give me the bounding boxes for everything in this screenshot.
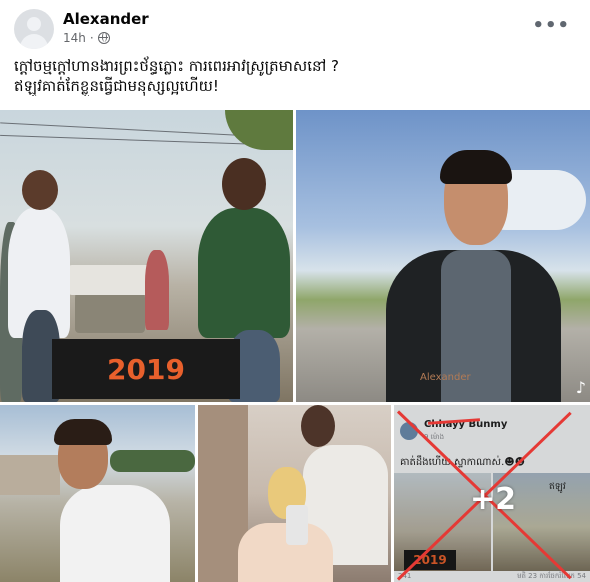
video-watermark: Alexander: [420, 372, 471, 383]
more-options-icon[interactable]: •••: [532, 15, 570, 36]
more-photos-count[interactable]: +2: [470, 482, 516, 517]
person-shirt: [60, 485, 170, 582]
wall: [0, 455, 60, 495]
author-name[interactable]: Alexander: [63, 10, 149, 28]
post-photo-1[interactable]: 2019: [0, 110, 293, 402]
tiktok-icon: ♪: [575, 378, 586, 397]
post-photo-4[interactable]: [198, 405, 391, 582]
caption-line-1: ក្ដៅចម្មក្ដៅហានងារព្រះថ័ន្ធភ្លោះ ការពេរអ…: [14, 57, 339, 75]
person-head: [22, 170, 58, 210]
post-caption: ក្ដៅចម្មក្ដៅហានងារព្រះថ័ន្ធភ្លោះ ការពេរអ…: [14, 56, 574, 96]
post-meta: 14h ·: [63, 31, 110, 45]
year-overlay: 2019: [52, 339, 240, 399]
phone: [286, 505, 308, 545]
person-head: [301, 405, 335, 447]
tree-line: [110, 450, 195, 472]
truck: [68, 265, 153, 295]
avatar-head: [27, 17, 41, 31]
person-green-shirt: [198, 208, 290, 338]
caption-line-2: ឥឡូវគាត់កែខ្លួនធ្វើជាមនុស្សល្អហើយ!: [14, 77, 219, 95]
person-head: [222, 158, 266, 210]
post-photo-2[interactable]: [296, 110, 590, 402]
facebook-post: Alexander 14h · ••• ក្ដៅចម្មក្ដៅហានងារព្…: [0, 0, 590, 582]
person-hair: [54, 419, 112, 445]
post-photo-3[interactable]: [0, 405, 195, 582]
post-header: Alexander 14h · •••: [14, 9, 580, 49]
globe-icon[interactable]: [97, 32, 110, 44]
post-time[interactable]: 14h: [63, 31, 86, 45]
year-label: 2019: [107, 352, 185, 386]
meta-separator: ·: [89, 31, 94, 45]
person-hair: [440, 150, 512, 184]
author-avatar[interactable]: [14, 9, 54, 49]
person-background: [145, 250, 169, 330]
avatar-shoulders: [20, 34, 48, 49]
